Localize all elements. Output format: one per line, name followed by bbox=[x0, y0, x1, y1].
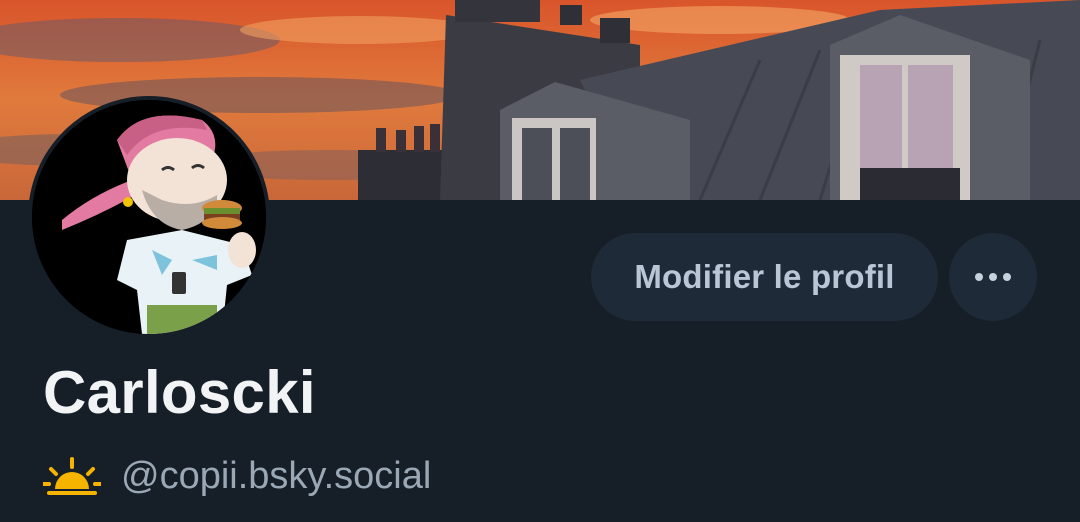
handle-row: @copii.bsky.social bbox=[43, 455, 431, 498]
more-options-button[interactable] bbox=[949, 233, 1037, 321]
sunrise-icon bbox=[43, 456, 101, 497]
avatar-image bbox=[32, 100, 266, 334]
profile-handle[interactable]: @copii.bsky.social bbox=[121, 455, 431, 498]
ellipsis-icon bbox=[973, 272, 1013, 282]
edit-profile-label: Modifier le profil bbox=[634, 258, 895, 295]
avatar[interactable] bbox=[28, 96, 270, 338]
display-name: Carloscki bbox=[43, 359, 316, 426]
edit-profile-button[interactable]: Modifier le profil bbox=[591, 233, 938, 321]
